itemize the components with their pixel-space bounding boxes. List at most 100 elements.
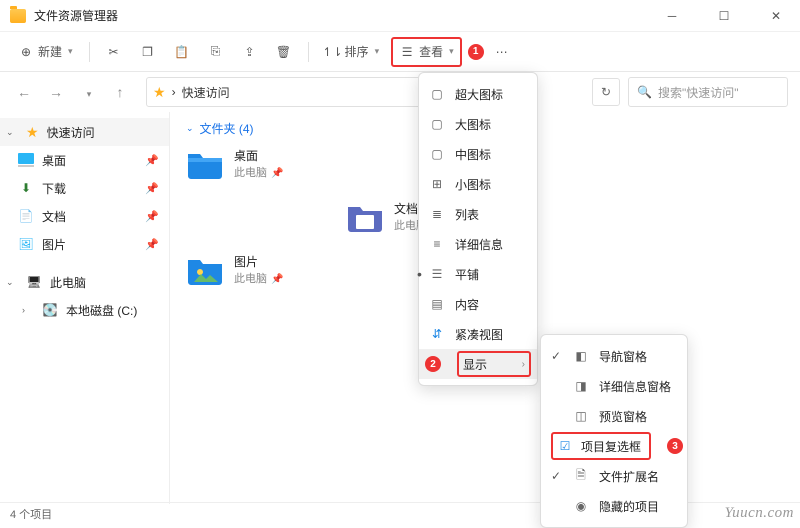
- recent-button[interactable]: ▾: [76, 84, 100, 100]
- scissors-icon: ✂: [106, 44, 122, 60]
- plus-icon: ⊕: [18, 44, 34, 60]
- minimize-button[interactable]: ─: [658, 4, 686, 28]
- menu-label: 大图标: [455, 116, 491, 133]
- menu-item-checkboxes[interactable]: ☑ 项目复选框 3: [541, 431, 687, 461]
- back-button[interactable]: ←: [12, 84, 36, 100]
- sidebar-item-label: 本地磁盘 (C:): [66, 302, 137, 319]
- copy-button[interactable]: ❐: [134, 38, 162, 66]
- search-placeholder: 搜索"快速访问": [658, 84, 739, 101]
- item-count: 4 个项目: [10, 506, 52, 522]
- chevron-down-icon: ▾: [375, 46, 380, 57]
- file-name: 桌面: [234, 149, 258, 163]
- refresh-icon: ↻: [601, 85, 611, 99]
- menu-label: 显示: [463, 356, 487, 373]
- file-icon: 🗎: [573, 466, 589, 487]
- refresh-button[interactable]: ↻: [592, 78, 620, 106]
- folder-icon: [346, 201, 384, 233]
- menu-label: 平铺: [455, 266, 479, 283]
- paste-button[interactable]: 📋: [168, 38, 196, 66]
- forward-button[interactable]: →: [44, 84, 68, 100]
- pin-icon: 📌: [145, 238, 159, 251]
- menu-label: 内容: [455, 296, 479, 313]
- sidebar-item-pictures[interactable]: 🖼 图片 📌: [0, 230, 169, 258]
- menu-item-extensions[interactable]: ✓🗎文件扩展名: [541, 461, 687, 491]
- menu-item-large[interactable]: ▢大图标: [419, 109, 537, 139]
- bullet-icon: •: [417, 266, 422, 282]
- tiles-icon: ☰: [429, 267, 445, 281]
- menu-item-details[interactable]: ≡详细信息: [419, 229, 537, 259]
- compact-icon: ⇵: [429, 327, 445, 341]
- menu-item-list[interactable]: ≣列表: [419, 199, 537, 229]
- star-icon: ★: [153, 84, 166, 101]
- sidebar-item-downloads[interactable]: ⬇ 下载 📌: [0, 174, 169, 202]
- chevron-down-icon: ▾: [68, 46, 73, 57]
- share-button[interactable]: ⇪: [236, 38, 264, 66]
- badge-1: 1: [468, 44, 484, 60]
- menu-item-details-pane[interactable]: ◨详细信息窗格: [541, 371, 687, 401]
- folder-icon: [186, 254, 224, 286]
- close-button[interactable]: ✕: [762, 4, 790, 28]
- menu-item-small[interactable]: ⊞小图标: [419, 169, 537, 199]
- menu-label: 项目复选框: [581, 438, 641, 455]
- show-submenu: ✓◧导航窗格 ◨详细信息窗格 ◫预览窗格 ☑ 项目复选框 3 ✓🗎文件扩展名 ◉…: [540, 334, 688, 528]
- clipboard-icon: 📋: [174, 44, 190, 60]
- menu-item-preview-pane[interactable]: ◫预览窗格: [541, 401, 687, 431]
- sort-icon: ↿⇂: [325, 44, 341, 60]
- search-icon: 🔍: [637, 85, 652, 99]
- chevron-down-icon: ▾: [87, 89, 92, 99]
- sidebar-item-desktop[interactable]: 桌面 📌: [0, 146, 169, 174]
- sidebar-item-label: 桌面: [42, 152, 66, 169]
- view-menu: ▢超大图标 ▢大图标 ▢中图标 ⊞小图标 ≣列表 ≡详细信息 •☰平铺 ▤内容 …: [418, 72, 538, 386]
- menu-item-tiles[interactable]: • ☰ 平铺: [419, 259, 537, 289]
- sort-label: 排序: [345, 43, 369, 60]
- details-icon: ≡: [429, 237, 445, 251]
- check-icon: ✓: [551, 469, 563, 483]
- new-button[interactable]: ⊕ 新建 ▾: [12, 38, 79, 66]
- cut-button[interactable]: ✂: [100, 38, 128, 66]
- view-icon: ☰: [399, 44, 415, 60]
- menu-item-nav-pane[interactable]: ✓◧导航窗格: [541, 341, 687, 371]
- toolbar: ⊕ 新建 ▾ ✂ ❐ 📋 ⎘ ⇪ 🗑 ↿⇂ 排序 ▾ ☰ 查看 ▾ 1 ⋯: [0, 32, 800, 72]
- section-label: 文件夹 (4): [200, 120, 254, 137]
- download-icon: ⬇: [18, 180, 34, 196]
- chevron-down-icon: ⌄: [6, 127, 18, 138]
- sidebar-label: 快速访问: [47, 124, 95, 141]
- file-item-pictures[interactable]: 图片 此电脑📌: [186, 253, 366, 286]
- rename-icon: ⎘: [208, 44, 224, 60]
- menu-label: 导航窗格: [599, 348, 647, 365]
- menu-item-hidden[interactable]: ◉隐藏的项目: [541, 491, 687, 521]
- pin-icon: 📌: [271, 274, 283, 285]
- rename-button[interactable]: ⎘: [202, 38, 230, 66]
- search-input[interactable]: 🔍 搜索"快速访问": [628, 77, 788, 107]
- menu-item-extra-large[interactable]: ▢超大图标: [419, 79, 537, 109]
- sidebar-this-pc[interactable]: ⌄ 🖥 此电脑: [0, 268, 169, 296]
- up-button[interactable]: ↑: [108, 84, 132, 100]
- nav-bar: ← → ▾ ↑ ★ › 快速访问 ▾ ↻ 🔍 搜索"快速访问": [0, 72, 800, 112]
- sidebar-item-drive-c[interactable]: › 💽 本地磁盘 (C:): [0, 296, 169, 324]
- sidebar-item-documents[interactable]: 📄 文档 📌: [0, 202, 169, 230]
- delete-button[interactable]: 🗑: [270, 38, 298, 66]
- sort-button[interactable]: ↿⇂ 排序 ▾: [319, 38, 386, 66]
- menu-item-content[interactable]: ▤内容: [419, 289, 537, 319]
- file-item-desktop[interactable]: 桌面 此电脑📌: [186, 147, 366, 180]
- folder-icon: [186, 148, 224, 180]
- pin-icon: 📌: [145, 182, 159, 195]
- menu-label: 小图标: [455, 176, 491, 193]
- drive-icon: 💽: [42, 302, 58, 318]
- menu-item-compact[interactable]: ⇵紧凑视图: [419, 319, 537, 349]
- address-bar[interactable]: ★ › 快速访问: [146, 77, 446, 107]
- file-name: 文档: [394, 202, 418, 216]
- more-button[interactable]: ⋯: [490, 38, 514, 66]
- view-button[interactable]: ☰ 查看 ▾: [391, 37, 462, 67]
- list-icon: ≣: [429, 207, 445, 221]
- menu-label: 隐藏的项目: [599, 498, 659, 515]
- menu-item-medium[interactable]: ▢中图标: [419, 139, 537, 169]
- sidebar-quick-access[interactable]: ⌄ ★ 快速访问: [0, 118, 169, 146]
- chevron-right-icon: ›: [522, 359, 525, 370]
- menu-item-show[interactable]: 2 显示 ›: [419, 349, 537, 379]
- pane-icon: ◫: [573, 409, 589, 423]
- maximize-button[interactable]: ☐: [710, 4, 738, 28]
- new-label: 新建: [38, 43, 62, 60]
- sidebar-label: 此电脑: [50, 274, 86, 291]
- checkbox-icon: ☑: [557, 439, 573, 453]
